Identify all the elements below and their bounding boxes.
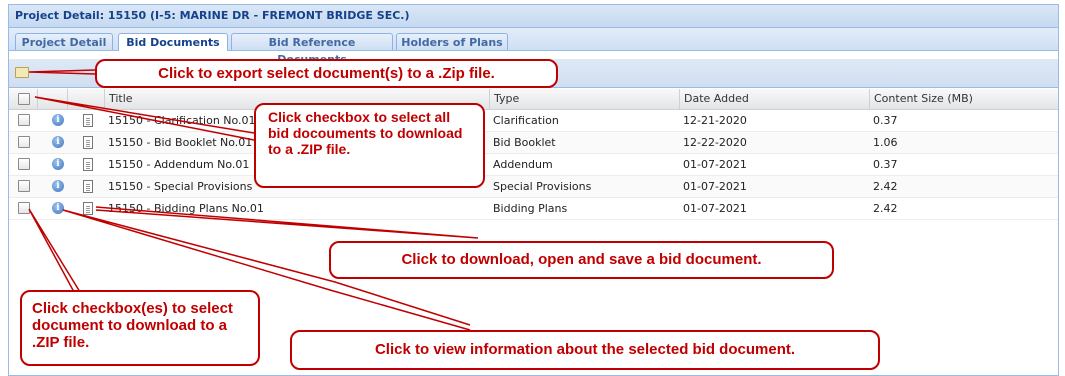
callout-download: Click to download, open and save a bid d… [329, 241, 834, 279]
callout-info: Click to view information about the sele… [290, 330, 880, 370]
select-some-pointer [28, 208, 81, 293]
callout-select-all: Click checkbox to select all bid docoume… [254, 103, 485, 188]
select-all-pointer [34, 96, 255, 141]
callout-select-some: Click checkbox(es) to select document to… [20, 290, 260, 366]
callout-export: Click to export select document(s) to a … [95, 59, 558, 88]
export-pointer [28, 69, 96, 75]
